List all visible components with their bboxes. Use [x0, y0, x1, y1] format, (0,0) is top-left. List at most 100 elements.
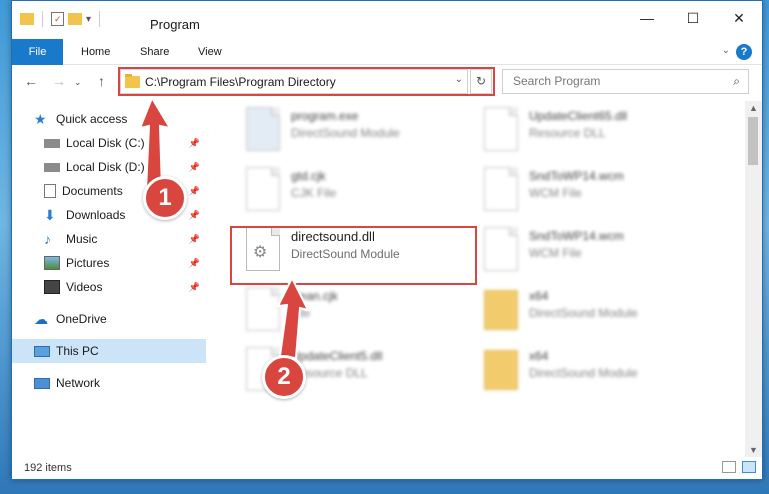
sidebar-item-network[interactable]: Network [12, 371, 206, 395]
sidebar-item-label: Network [56, 376, 101, 390]
file-type: WCM File [529, 186, 582, 200]
vertical-scrollbar[interactable]: ▲ ▼ [745, 101, 762, 457]
scroll-up-icon[interactable]: ▲ [749, 103, 758, 113]
file-name: gtd.cjk [291, 169, 326, 183]
folder-icon [481, 347, 521, 393]
sidebar-item-label: Videos [66, 280, 103, 294]
navigation-row: ← → ⌄ ↑ C:\Program Files\Program Directo… [12, 67, 762, 97]
sidebar-item-label: Documents [62, 184, 123, 198]
folder-icon [20, 13, 34, 25]
maximize-button[interactable]: ☐ [670, 5, 716, 31]
expand-ribbon-icon[interactable]: ⌄ [722, 45, 730, 56]
network-icon [34, 377, 50, 389]
documents-icon [44, 184, 56, 198]
file-icon [243, 167, 283, 213]
sidebar-item-pictures[interactable]: Pictures 📌 [12, 251, 206, 275]
tab-home[interactable]: Home [81, 39, 110, 65]
search-placeholder: Search Program [513, 74, 601, 88]
download-icon: ⬇ [44, 207, 56, 223]
window-title: Program [150, 17, 200, 32]
sidebar-item-this-pc[interactable]: This PC [12, 339, 206, 363]
customize-icon[interactable]: ▾ [86, 14, 91, 25]
status-bar: 192 items [12, 457, 762, 479]
sidebar-item-music[interactable]: ♪ Music 📌 [12, 227, 206, 251]
sidebar-item-label: Downloads [66, 208, 126, 222]
minimize-button[interactable]: — [624, 5, 670, 31]
pin-icon[interactable]: 📌 [189, 234, 200, 245]
file-type: CJK File [291, 186, 337, 200]
exe-file-icon [243, 107, 283, 153]
computer-icon [34, 345, 50, 357]
file-type: DirectSound Module [529, 306, 638, 320]
up-icon[interactable]: ↑ [98, 73, 105, 89]
pictures-icon [44, 256, 60, 270]
ribbon: File Home Share View ⌄ ? [12, 39, 762, 65]
recent-locations-icon[interactable]: ⌄ [74, 77, 82, 88]
cloud-icon: ☁ [34, 311, 48, 327]
divider [99, 11, 101, 27]
file-name: UpdateClient65.dll [529, 109, 628, 123]
drive-icon [44, 138, 60, 148]
file-name: x64 [529, 289, 549, 303]
explorer-window: ✓ ▾ Program — ☐ ✕ File Home Share View ⌄… [11, 0, 763, 480]
sidebar-item-label: OneDrive [56, 312, 107, 326]
scroll-down-icon[interactable]: ▼ [749, 445, 758, 455]
tab-share[interactable]: Share [140, 39, 169, 65]
file-type: DirectSound Module [529, 366, 638, 380]
window-controls: — ☐ ✕ [624, 5, 762, 31]
music-icon: ♪ [44, 231, 51, 247]
file-icon [481, 227, 521, 273]
list-item[interactable]: SndToWP14.wcm WCM File [481, 167, 711, 223]
sidebar-item-label: Music [66, 232, 98, 246]
help-icon[interactable]: ? [736, 44, 752, 60]
item-count: 192 items [24, 462, 72, 474]
pin-icon[interactable]: 📌 [189, 258, 200, 269]
sidebar-item-videos[interactable]: Videos 📌 [12, 275, 206, 299]
sidebar-item-label: Local Disk (C:) [66, 136, 145, 150]
new-folder-icon[interactable] [68, 13, 82, 25]
list-item[interactable]: program.exe DirectSound Module [243, 107, 473, 163]
scroll-thumb[interactable] [748, 117, 758, 165]
properties-icon[interactable]: ✓ [51, 12, 64, 26]
sidebar-item-label: Quick access [56, 112, 128, 126]
file-name: x64 [529, 349, 549, 363]
file-type: DirectSound Module [291, 126, 400, 140]
callout-badge-2: 2 [262, 355, 306, 399]
tiles-view-icon[interactable] [742, 461, 756, 473]
close-button[interactable]: ✕ [716, 5, 762, 31]
search-input[interactable]: Search Program ⌕ [502, 69, 749, 94]
list-item[interactable]: gtd.cjk CJK File [243, 167, 473, 223]
sidebar-item-onedrive[interactable]: ☁ OneDrive [12, 307, 206, 331]
pin-icon[interactable]: 📌 [189, 282, 200, 293]
list-item[interactable]: x64 DirectSound Module [481, 347, 711, 403]
drive-icon [44, 162, 60, 172]
title-bar: ✓ ▾ Program — ☐ ✕ [12, 1, 762, 37]
divider [42, 11, 43, 27]
videos-icon [44, 280, 60, 294]
file-name: program.exe [291, 109, 359, 123]
list-item[interactable]: UpdateClient65.dll Resource DLL [481, 107, 711, 163]
file-type: Resource DLL [529, 126, 606, 140]
list-item[interactable]: x64 DirectSound Module [481, 287, 711, 343]
file-name: SndToWP14.wcm [529, 229, 624, 243]
search-icon: ⌕ [733, 74, 740, 88]
callout-badge-1: 1 [143, 176, 187, 220]
sidebar-item-label: Pictures [66, 256, 110, 270]
quick-access-toolbar: ✓ ▾ [20, 11, 104, 27]
folder-icon [481, 287, 521, 333]
tab-view[interactable]: View [198, 39, 222, 65]
sidebar-item-label: Local Disk (D:) [66, 160, 145, 174]
tab-file[interactable]: File [12, 39, 63, 65]
back-icon[interactable]: ← [24, 73, 38, 89]
pin-icon[interactable]: 📌 [189, 210, 200, 221]
file-name: SndToWP14.wcm [529, 169, 624, 183]
star-icon: ★ [34, 111, 47, 127]
view-switcher [722, 461, 756, 473]
dll-file-icon [481, 107, 521, 153]
forward-icon[interactable]: → [52, 73, 66, 89]
sidebar-item-label: This PC [56, 344, 99, 358]
details-view-icon[interactable] [722, 461, 736, 473]
file-icon [481, 167, 521, 213]
list-item[interactable]: SndToWP14.wcm WCM File [481, 227, 711, 283]
file-type: WCM File [529, 246, 582, 260]
